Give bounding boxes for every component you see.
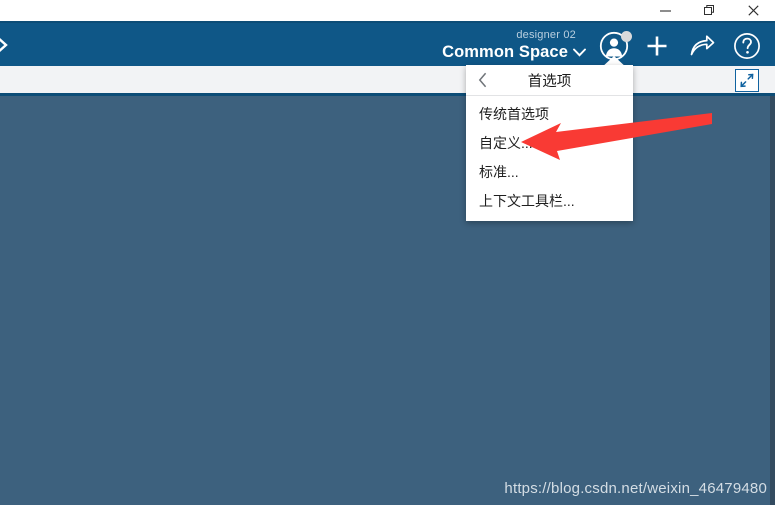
avatar-notification-badge (621, 31, 632, 42)
sidebar-expand-button[interactable] (0, 33, 10, 57)
chevron-left-icon (478, 72, 487, 88)
application-bar: designer 02 Common Space (0, 21, 775, 69)
chevron-down-icon (573, 48, 586, 57)
window-titlebar (0, 0, 775, 21)
user-name-label: designer 02 (516, 29, 576, 42)
add-button[interactable] (634, 23, 679, 68)
user-avatar-button[interactable] (594, 23, 634, 69)
menu-item-legacy-preferences[interactable]: 传统首选项 (466, 99, 633, 128)
restore-icon (703, 5, 714, 15)
collapse-panel-button[interactable] (735, 69, 759, 92)
chevron-right-icon (0, 37, 8, 53)
space-name-row: Common Space (442, 44, 586, 61)
dropdown-back-button[interactable] (478, 65, 488, 95)
dropdown-item-list: 传统首选项 自定义... 标准... 上下文工具栏... (466, 96, 633, 221)
close-icon (747, 5, 759, 16)
watermark-text: https://blog.csdn.net/weixin_46479480 (504, 480, 767, 497)
share-arrow-icon (690, 34, 714, 55)
restore-button[interactable] (687, 0, 731, 21)
dropdown-title: 首选项 (527, 73, 572, 90)
help-button[interactable] (724, 23, 769, 68)
space-name-label: Common Space (442, 43, 568, 62)
appbar-actions: designer 02 Common Space (442, 23, 769, 69)
minimize-icon (659, 10, 671, 12)
question-circle-icon (733, 32, 760, 59)
close-button[interactable] (731, 0, 775, 21)
menu-item-context-toolbar[interactable]: 上下文工具栏... (466, 186, 633, 215)
common-space-selector[interactable]: designer 02 Common Space (442, 30, 586, 61)
main-canvas[interactable]: https://blog.csdn.net/weixin_46479480 (0, 96, 775, 505)
dropdown-header: 首选项 (466, 65, 633, 96)
toolbar-strip (0, 66, 775, 96)
menu-item-customize[interactable]: 自定义... (466, 128, 633, 157)
collapse-arrows-icon (740, 73, 754, 88)
canvas-right-edge (770, 96, 775, 505)
preferences-dropdown: 首选项 传统首选项 自定义... 标准... 上下文工具栏... (466, 65, 633, 221)
plus-icon (647, 36, 666, 55)
minimize-button[interactable] (643, 0, 687, 21)
share-button[interactable] (679, 23, 724, 68)
menu-item-standard[interactable]: 标准... (466, 157, 633, 186)
